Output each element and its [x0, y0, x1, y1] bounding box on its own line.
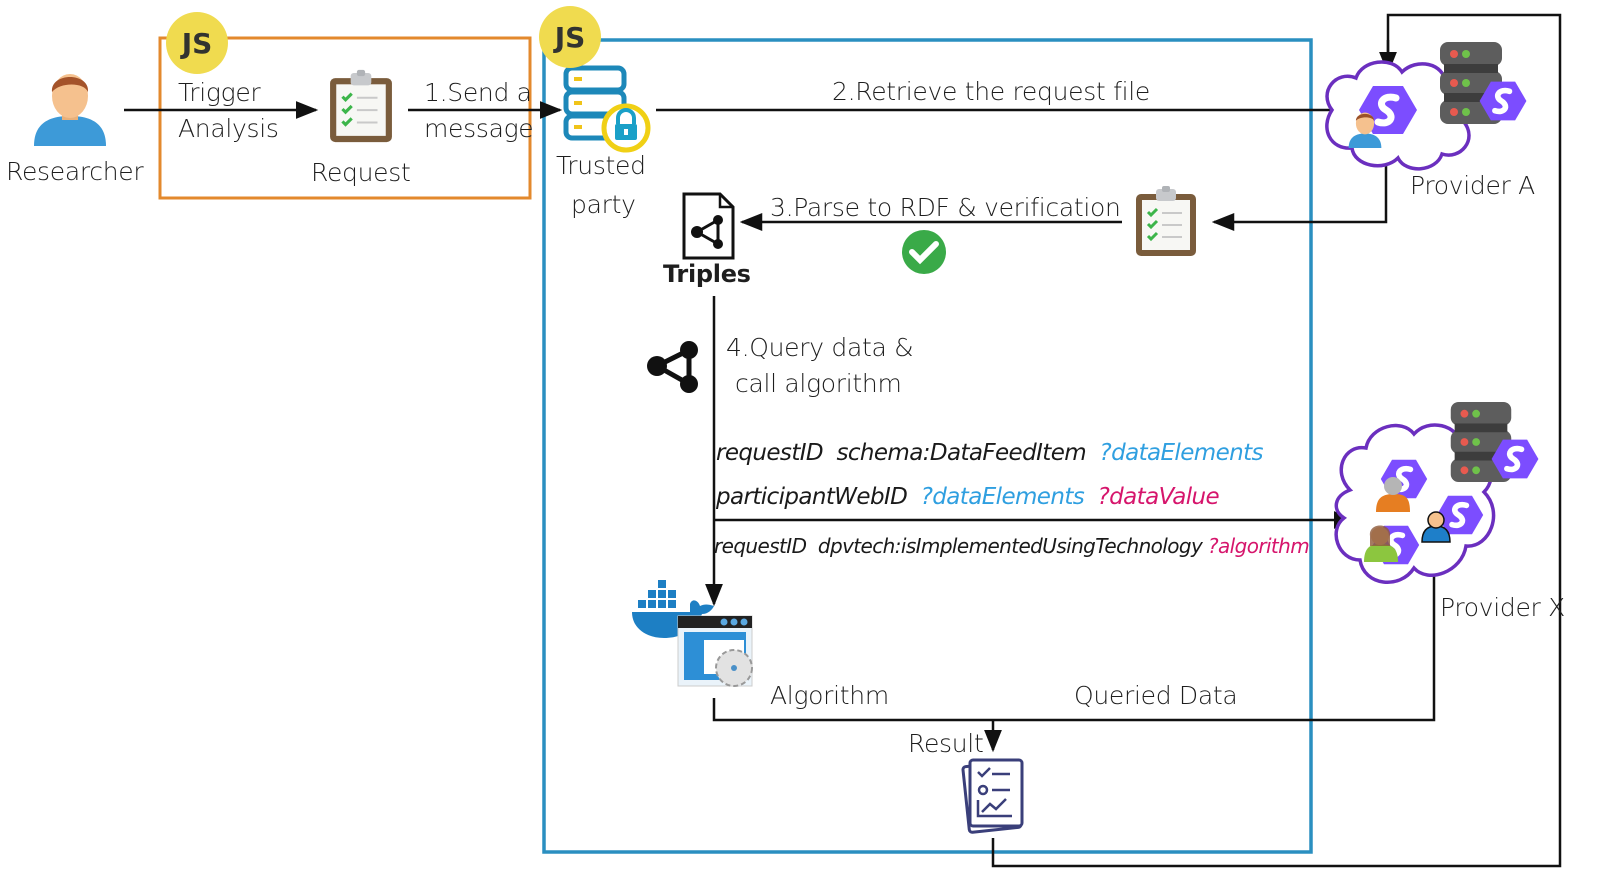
query-1-var-data-elements: ?dataElements — [1099, 440, 1263, 466]
result-report-icon — [961, 758, 1024, 834]
step1-label-line1: 1.Send a — [424, 78, 532, 107]
query-3-var-algorithm: ?algorithm — [1207, 534, 1310, 558]
provider-a-label: Provider A — [1410, 171, 1535, 200]
query-2-var-data-value: ?dataValue — [1097, 484, 1220, 510]
step1-label-line2: message — [424, 114, 534, 143]
sparql-graph-icon — [647, 341, 698, 393]
verified-check-icon — [902, 230, 946, 274]
query-3-subject-predicate: requestID dpvtech:isImplementedUsingTech… — [714, 534, 1208, 558]
trusted-party-label-line1: Trusted — [556, 151, 646, 180]
js-badge-client: JS — [166, 12, 228, 74]
request-clipboard-icon — [328, 68, 394, 144]
algorithm-label: Algorithm — [770, 681, 889, 710]
request-label: Request — [311, 158, 411, 187]
query-line-1: requestID schema:DataFeedItem ?dataEleme… — [716, 440, 1264, 466]
query-2-subject: participantWebID — [716, 484, 921, 510]
query-line-2: participantWebID ?dataElements ?dataValu… — [716, 484, 1220, 510]
step4-label-line1: 4.Query data & — [726, 333, 914, 362]
algorithm-app-icon — [677, 615, 753, 687]
triples-label: Triples — [663, 260, 751, 288]
trusted-party-label-line2: party — [571, 190, 636, 219]
query-2-spacer — [1084, 484, 1097, 510]
trigger-label: Trigger — [178, 78, 261, 107]
result-label: Result — [908, 729, 984, 758]
queried-data-label: Queried Data — [1074, 681, 1238, 710]
triples-document-icon — [682, 192, 735, 260]
researcher-icon — [34, 74, 106, 146]
lock-icon — [601, 103, 651, 153]
verification-clipboard-icon — [1134, 184, 1198, 258]
step4-label-line2: call algorithm — [735, 369, 902, 398]
query-line-3: requestID dpvtech:isImplementedUsingTech… — [714, 534, 1310, 558]
js-badge-trusted-party: JS — [539, 6, 601, 68]
query-1-subject-predicate: requestID schema:DataFeedItem — [716, 440, 1100, 466]
step3-label: 3.Parse to RDF & verification — [770, 193, 1121, 222]
step2-label: 2.Retrieve the request file — [832, 77, 1150, 106]
analysis-label: Analysis — [178, 114, 279, 143]
provider-x-label: Provider X — [1440, 593, 1566, 622]
researcher-label: Researcher — [6, 157, 144, 186]
query-2-var-data-elements: ?dataElements — [920, 484, 1085, 510]
